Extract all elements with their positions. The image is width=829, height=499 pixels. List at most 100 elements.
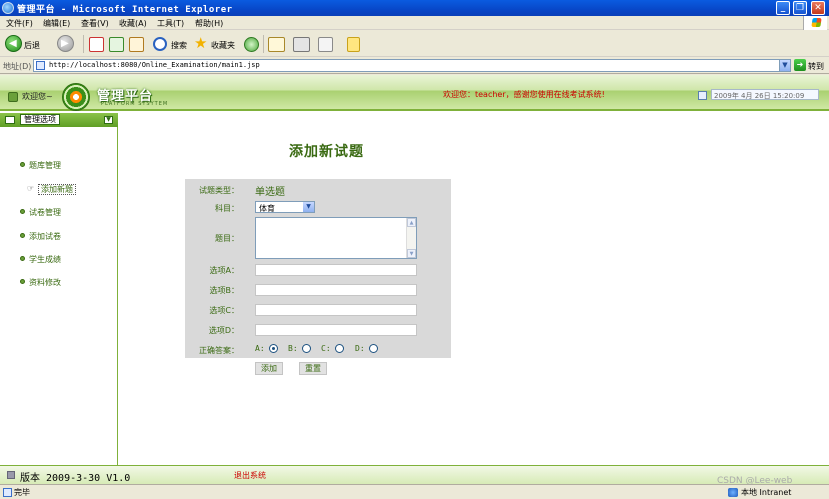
forward-arrow-icon: ▶ [61, 38, 69, 49]
answer-a-label: A: [255, 344, 265, 353]
address-bar: 地址(D) http://localhost:8080/Online_Exami… [0, 58, 829, 74]
edit-icon[interactable] [318, 37, 333, 52]
page-viewport: 欢迎您~ 管理平台 PLATFORM SYSYTEM 欢迎您：teacher，感… [0, 75, 829, 484]
bullet-icon [20, 162, 25, 167]
minimize-button[interactable]: _ [776, 1, 790, 15]
answer-d-label: D: [355, 344, 365, 353]
refresh-icon[interactable] [109, 37, 124, 52]
mail-icon[interactable] [268, 37, 285, 52]
home-icon[interactable] [129, 37, 144, 52]
search-label[interactable]: 搜索 [171, 40, 187, 51]
address-input[interactable]: http://localhost:8080/Online_Examination… [33, 59, 791, 72]
print-icon[interactable] [293, 37, 310, 52]
option-b-input[interactable] [255, 284, 417, 296]
go-arrow-icon: ➜ [794, 59, 806, 71]
subject-selected-value: 体育 [259, 204, 275, 213]
security-zone: 本地 Intranet [741, 488, 792, 497]
panel-icon [5, 116, 15, 124]
window-title: 管理平台 - Microsoft Internet Explorer [17, 5, 233, 15]
sidebar: 管理选项 ▼ 题库管理 ☞ 添加新题 试卷管理 添加试卷 学生成绩 资料修改 [0, 113, 118, 465]
chevron-down-icon[interactable]: ▼ [303, 202, 314, 212]
toolbar-separator [263, 35, 264, 53]
sidebar-item-add-question[interactable]: ☞ 添加新题 [27, 184, 76, 195]
menu-file[interactable]: 文件(F) [6, 18, 33, 29]
textarea-scrollbar[interactable]: ▲ ▼ [406, 218, 416, 258]
address-url[interactable]: http://localhost:8080/Online_Examination… [49, 61, 260, 69]
sidebar-item-profile-edit[interactable]: 资料修改 [20, 277, 61, 288]
page-icon [36, 61, 45, 70]
sidebar-item-student-scores[interactable]: 学生成绩 [20, 254, 61, 265]
menu-view[interactable]: 查看(V) [81, 18, 109, 29]
close-button[interactable]: ✕ [811, 1, 825, 15]
bullet-icon [20, 209, 25, 214]
menu-help[interactable]: 帮助(H) [195, 18, 223, 29]
site-footer: 版本 2009-3-30 V1.0 退出系统 [0, 465, 829, 484]
forward-button[interactable]: ▶ [57, 35, 74, 52]
watermark: CSDN @Lee-web [717, 476, 793, 486]
option-c-input[interactable] [255, 304, 417, 316]
option-d-input[interactable] [255, 324, 417, 336]
sidebar-item-label: 添加新题 [38, 184, 76, 195]
menu-favorites[interactable]: 收藏(A) [119, 18, 147, 29]
logo-subtitle: PLATFORM SYSYTEM [101, 101, 169, 107]
version-icon [7, 471, 15, 479]
logout-link[interactable]: 退出系统 [234, 470, 266, 481]
ie-icon [2, 2, 14, 14]
search-icon[interactable] [153, 37, 167, 51]
add-button[interactable]: 添加 [255, 362, 283, 375]
answer-label: 正确答案： [199, 346, 239, 355]
question-type-label: 试题类型： [199, 186, 239, 195]
sidebar-title: 管理选项 [20, 114, 60, 125]
scroll-down-icon[interactable]: ▼ [407, 249, 416, 258]
scroll-up-icon[interactable]: ▲ [407, 218, 416, 227]
menu-edit[interactable]: 编辑(E) [43, 18, 70, 29]
subject-select[interactable]: 体育 ▼ [255, 201, 315, 213]
answer-c-label: C: [321, 344, 331, 353]
toolbar: ◀ 后退 ▶ 搜索 ★ 收藏夹 [0, 31, 829, 57]
option-a-input[interactable] [255, 264, 417, 276]
add-question-form: 试题类型： 单选题 科目： 体育 ▼ 题目： ▲ ▼ 选项A： 选项B： 选项C… [185, 179, 451, 358]
status-bar: 完毕 CSDN @Lee-web 本地 Intranet [0, 476, 829, 499]
collapse-icon[interactable]: ▼ [104, 116, 113, 124]
sidebar-item-paper-management[interactable]: 试卷管理 [20, 207, 61, 218]
answer-d-radio[interactable] [369, 344, 378, 353]
option-a-label: 选项A： [209, 266, 239, 275]
sidebar-item-label: 资料修改 [29, 278, 61, 287]
back-button[interactable]: ◀ [5, 35, 22, 52]
favorites-star-icon[interactable]: ★ [194, 36, 207, 54]
bullet-icon [20, 233, 25, 238]
sidebar-item-add-paper[interactable]: 添加试卷 [20, 231, 61, 242]
reset-button[interactable]: 重置 [299, 362, 327, 375]
toolbar-separator [83, 35, 84, 53]
answer-a-radio[interactable] [269, 344, 278, 353]
address-dropdown-icon[interactable]: ▼ [779, 60, 790, 71]
answer-c-radio[interactable] [335, 344, 344, 353]
maximize-button[interactable]: ❐ [793, 1, 807, 15]
status-text: 完毕 [14, 488, 30, 497]
logo-icon [62, 83, 90, 111]
option-d-label: 选项D： [208, 326, 239, 335]
favorites-label[interactable]: 收藏夹 [211, 40, 235, 51]
back-label[interactable]: 后退 [24, 40, 40, 51]
question-textarea[interactable]: ▲ ▼ [255, 217, 417, 259]
window-title-bar[interactable]: 管理平台 - Microsoft Internet Explorer _ ❐ ✕ [0, 0, 829, 16]
stop-icon[interactable] [89, 37, 104, 52]
windows-flag-icon [811, 18, 822, 27]
version-text: 版本 2009-3-30 V1.0 [20, 473, 131, 484]
menu-tools[interactable]: 工具(T) [157, 18, 184, 29]
history-icon[interactable] [244, 37, 259, 52]
option-c-label: 选项C： [209, 306, 239, 315]
sidebar-item-question-bank[interactable]: 题库管理 [20, 160, 61, 171]
site-header: 欢迎您~ 管理平台 PLATFORM SYSYTEM 欢迎您：teacher，感… [0, 75, 829, 111]
sidebar-item-label: 题库管理 [29, 161, 61, 170]
option-b-label: 选项B： [209, 286, 240, 295]
welcome-message: 欢迎您：teacher，感谢您使用在线考试系统! [443, 90, 605, 99]
sidebar-item-label: 学生成绩 [29, 255, 61, 264]
notes-icon[interactable] [347, 37, 360, 52]
menu-bar: 文件(F) 编辑(E) 查看(V) 收藏(A) 工具(T) 帮助(H) [0, 16, 829, 30]
go-button[interactable]: ➜ 转到 [794, 59, 826, 72]
answer-b-radio[interactable] [302, 344, 311, 353]
page-title: 添加新试题 [289, 144, 364, 160]
intranet-zone-icon [728, 488, 738, 497]
calendar-icon [698, 91, 707, 100]
